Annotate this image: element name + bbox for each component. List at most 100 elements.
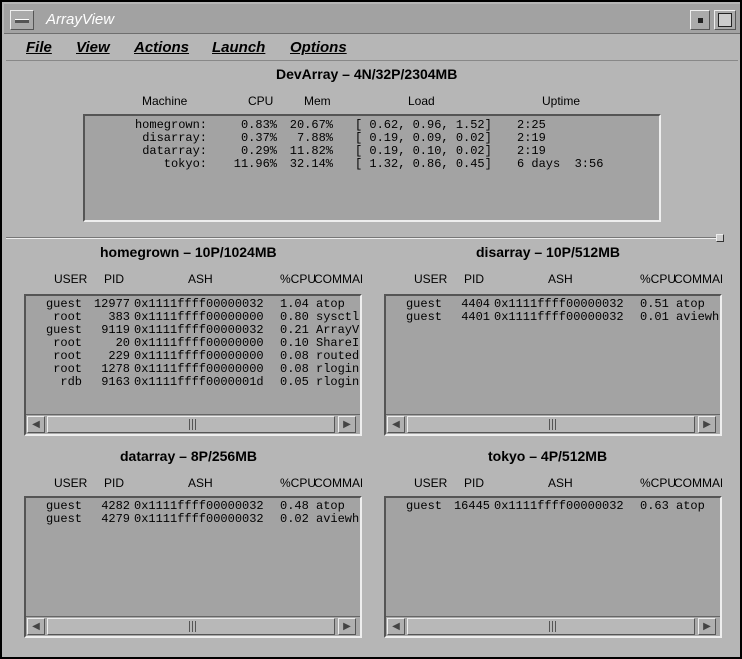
scroll-thumb[interactable] (47, 416, 335, 433)
horizontal-scrollbar[interactable]: ◀ ▶ (26, 616, 360, 636)
pane-sash-handle[interactable] (716, 234, 724, 242)
proc-pid: 4279 (101, 512, 130, 526)
horizontal-scrollbar[interactable]: ◀ ▶ (386, 616, 720, 636)
process-row[interactable]: guest 4279 0x1111ffff00000032 0.02 aviewh (26, 512, 360, 526)
proc-command: ShareI (316, 336, 360, 350)
process-list[interactable]: guest 16445 0x1111ffff00000032 0.63 atop ◀ ▶ (384, 496, 722, 638)
proc-user: guest (405, 499, 442, 513)
pane-divider (6, 237, 718, 239)
scroll-left-icon[interactable]: ◀ (387, 618, 405, 635)
process-row[interactable]: guest 12977 0x1111ffff00000032 1.04 atop (26, 297, 360, 311)
node-title-tokyo: tokyo – 4P/512MB (488, 448, 608, 464)
scroll-grip (549, 419, 550, 430)
process-list[interactable]: guest 4404 0x1111ffff00000032 0.51 atop guest… (384, 294, 722, 436)
proc-command: rlogin (316, 362, 360, 376)
summary-uptime: 2:19 (517, 131, 546, 145)
horizontal-scrollbar[interactable]: ◀ ▶ (26, 414, 360, 434)
summary-list[interactable]: homegrown: 0.83% 20.67% [ 0.62, 0.96, 1.52]… (83, 114, 661, 222)
proc-user: root (53, 336, 82, 350)
scroll-thumb[interactable] (407, 416, 695, 433)
col-header-cpu: %CPU (640, 272, 677, 286)
col-header-uptime: Uptime (542, 94, 581, 108)
summary-uptime: 2:19 (517, 144, 546, 158)
process-row[interactable]: rdb 9163 0x1111ffff0000001d 0.05 rlogin (26, 375, 360, 389)
summary-mem: 7.88% (296, 131, 333, 145)
proc-command: routed (316, 349, 360, 363)
process-row[interactable]: guest 4401 0x1111ffff00000032 0.01 aviewh (386, 310, 720, 324)
window-menu-icon[interactable] (10, 10, 34, 30)
process-list[interactable]: guest 4282 0x1111ffff00000032 0.48 atop guest… (24, 496, 362, 638)
scroll-left-icon[interactable]: ◀ (27, 618, 45, 635)
process-row[interactable]: root 229 0x1111ffff00000000 0.08 routed (26, 349, 360, 363)
summary-row[interactable]: tokyo: 11.96% 32.14% [ 1.32, 0.86, 0.45] 6 d… (85, 157, 659, 171)
proc-cpu: 0.51 (640, 297, 669, 311)
col-header-user: USER (54, 476, 88, 490)
menu-options[interactable]: Options (290, 39, 347, 56)
menu-file[interactable]: File (26, 39, 52, 56)
col-header-pid: PID (104, 272, 125, 286)
proc-user: rdb (60, 375, 82, 389)
proc-ash: 0x1111ffff00000000 (134, 336, 264, 350)
proc-ash: 0x1111ffff00000032 (134, 499, 264, 513)
process-row[interactable]: guest 4282 0x1111ffff00000032 0.48 atop (26, 499, 360, 513)
proc-pid: 20 (115, 336, 130, 350)
scroll-left-icon[interactable]: ◀ (387, 416, 405, 433)
process-row[interactable]: root 20 0x1111ffff00000000 0.10 ShareI (26, 336, 360, 350)
summary-cpu: 11.96% (233, 157, 277, 171)
proc-user: guest (45, 297, 82, 311)
process-row[interactable]: guest 16445 0x1111ffff00000032 0.63 atop (386, 499, 720, 513)
proc-cpu: 0.63 (640, 499, 669, 513)
scroll-grip (189, 419, 190, 430)
process-row[interactable]: root 1278 0x1111ffff00000000 0.08 rlogin (26, 362, 360, 376)
maximize-icon[interactable] (714, 10, 736, 30)
col-header-command: COMMAND (314, 476, 362, 490)
scroll-thumb[interactable] (407, 618, 695, 635)
proc-command: aviewh (316, 512, 360, 526)
scroll-right-icon[interactable]: ▶ (338, 416, 356, 433)
summary-load: [ 1.32, 0.86, 0.45] (355, 157, 492, 171)
proc-ash: 0x1111ffff00000000 (134, 362, 264, 376)
horizontal-scrollbar[interactable]: ◀ ▶ (386, 414, 720, 434)
col-header-command: COMMAND (674, 476, 722, 490)
title-bar[interactable]: ArrayView (4, 4, 740, 34)
summary-machine: homegrown: (134, 118, 207, 132)
proc-pid: 4282 (101, 499, 130, 513)
scroll-left-icon[interactable]: ◀ (27, 416, 45, 433)
menu-actions[interactable]: Actions (134, 39, 189, 56)
node-title-disarray: disarray – 10P/512MB (476, 244, 620, 260)
proc-pid: 12977 (93, 297, 130, 311)
process-row[interactable]: guest 4404 0x1111ffff00000032 0.51 atop (386, 297, 720, 311)
summary-row[interactable]: datarray: 0.29% 11.82% [ 0.19, 0.10, 0.02] 2… (85, 144, 659, 158)
scroll-thumb[interactable] (47, 618, 335, 635)
scroll-right-icon[interactable]: ▶ (698, 618, 716, 635)
summary-row[interactable]: disarray: 0.37% 7.88% [ 0.19, 0.09, 0.02] 2:… (85, 131, 659, 145)
proc-pid: 9119 (101, 323, 130, 337)
proc-command: rlogin (316, 375, 360, 389)
proc-pid: 1278 (101, 362, 130, 376)
proc-pid: 16445 (453, 499, 490, 513)
proc-cpu: 0.05 (280, 375, 309, 389)
menu-launch[interactable]: Launch (212, 39, 265, 56)
col-header-load: Load (408, 94, 435, 108)
proc-command: aviewh (676, 310, 720, 324)
minimize-icon[interactable] (690, 10, 710, 30)
scroll-right-icon[interactable]: ▶ (338, 618, 356, 635)
process-list[interactable]: guest 12977 0x1111ffff00000032 1.04 atop root… (24, 294, 362, 436)
proc-user: guest (45, 323, 82, 337)
scroll-right-icon[interactable]: ▶ (698, 416, 716, 433)
menu-view[interactable]: View (76, 39, 110, 56)
scroll-grip (189, 621, 190, 632)
proc-ash: 0x1111ffff00000032 (134, 297, 264, 311)
col-header-command: COMMAND (674, 272, 722, 286)
proc-user: guest (405, 297, 442, 311)
col-header-ash: ASH (548, 272, 573, 286)
process-row[interactable]: root 383 0x1111ffff00000000 0.80 sysctl (26, 310, 360, 324)
process-row[interactable]: guest 9119 0x1111ffff00000032 0.21 ArrayV (26, 323, 360, 337)
proc-ash: 0x1111ffff0000001d (134, 375, 264, 389)
summary-row[interactable]: homegrown: 0.83% 20.67% [ 0.62, 0.96, 1.52]… (85, 118, 659, 132)
scroll-grip (552, 419, 553, 430)
summary-load: [ 0.62, 0.96, 1.52] (355, 118, 492, 132)
proc-ash: 0x1111ffff00000032 (134, 512, 264, 526)
proc-ash: 0x1111ffff00000000 (134, 310, 264, 324)
proc-cpu: 0.48 (280, 499, 309, 513)
